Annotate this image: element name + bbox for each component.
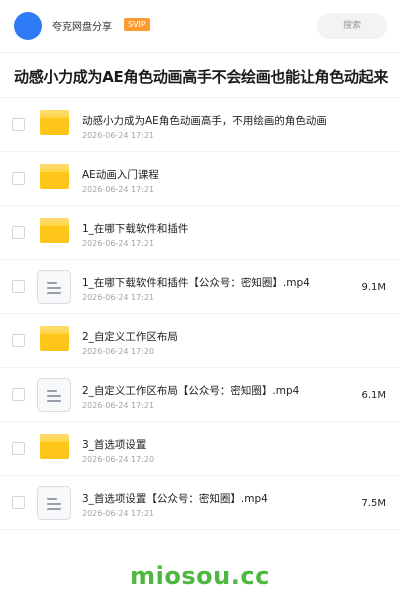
header-bar: 夸克网盘分享 SVIP 搜索 (0, 0, 400, 52)
folder-icon (40, 164, 69, 189)
select-checkbox[interactable] (12, 172, 25, 185)
select-checkbox[interactable] (12, 388, 25, 401)
page-title: 动感小力成为AE角色动画高手不会绘画也能让角色动起来 (14, 68, 389, 86)
file-name[interactable]: 2_自定义工作区布局【公众号：密知圈】.mp4 (82, 383, 299, 398)
avatar[interactable] (14, 12, 42, 40)
file-date: 2026-06-24 17:21 (82, 239, 155, 248)
video-file-icon (37, 270, 71, 304)
file-date: 2026-06-24 17:21 (82, 401, 155, 410)
folder-icon (40, 434, 69, 459)
file-list: 动感小力成为AE角色动画高手，不用绘画的角色动画 2026-06-24 17:21… (0, 98, 400, 530)
svip-badge: SVIP (124, 18, 150, 31)
folder-icon (40, 326, 69, 351)
video-file-icon (37, 486, 71, 520)
search-input[interactable]: 搜索 (317, 13, 387, 39)
list-item[interactable]: 3_首选项设置【公众号：密知圈】.mp4 2026-06-24 17:21 7.5M (0, 476, 400, 530)
list-item[interactable]: 3_首选项设置 2026-06-24 17:20 (0, 422, 400, 476)
file-size: 9.1M (361, 282, 386, 293)
share-label: 夸克网盘分享 (52, 22, 112, 33)
file-date: 2026-06-24 17:21 (82, 131, 155, 140)
select-checkbox[interactable] (12, 442, 25, 455)
list-item[interactable]: AE动画入门课程 2026-06-24 17:21 (0, 152, 400, 206)
file-name[interactable]: 1_在哪下载软件和插件【公众号：密知圈】.mp4 (82, 275, 310, 290)
list-item[interactable]: 1_在哪下载软件和插件【公众号：密知圈】.mp4 2026-06-24 17:21… (0, 260, 400, 314)
select-checkbox[interactable] (12, 334, 25, 347)
select-checkbox[interactable] (12, 226, 25, 239)
folder-icon (40, 110, 69, 135)
file-name[interactable]: 动感小力成为AE角色动画高手，不用绘画的角色动画 (82, 113, 327, 128)
file-size: 7.5M (361, 498, 386, 509)
file-date: 2026-06-24 17:21 (82, 293, 155, 302)
select-checkbox[interactable] (12, 118, 25, 131)
list-item[interactable]: 2_自定义工作区布局 2026-06-24 17:20 (0, 314, 400, 368)
list-item[interactable]: 1_在哪下载软件和插件 2026-06-24 17:21 (0, 206, 400, 260)
file-date: 2026-06-24 17:21 (82, 509, 155, 518)
list-item[interactable]: 动感小力成为AE角色动画高手，不用绘画的角色动画 2026-06-24 17:21 (0, 98, 400, 152)
file-size: 6.1M (361, 390, 386, 401)
file-date: 2026-06-24 17:20 (82, 347, 155, 356)
file-name[interactable]: 3_首选项设置 (82, 437, 146, 452)
file-name[interactable]: 1_在哪下载软件和插件 (82, 221, 188, 236)
folder-icon (40, 218, 69, 243)
select-checkbox[interactable] (12, 496, 25, 509)
video-file-icon (37, 378, 71, 412)
watermark: miosou.cc (130, 562, 270, 590)
file-date: 2026-06-24 17:20 (82, 455, 155, 464)
file-name[interactable]: 3_首选项设置【公众号：密知圈】.mp4 (82, 491, 268, 506)
header-divider (0, 52, 400, 53)
file-name[interactable]: 2_自定义工作区布局 (82, 329, 178, 344)
select-checkbox[interactable] (12, 280, 25, 293)
file-date: 2026-06-24 17:21 (82, 185, 155, 194)
list-item[interactable]: 2_自定义工作区布局【公众号：密知圈】.mp4 2026-06-24 17:21 6… (0, 368, 400, 422)
file-name[interactable]: AE动画入门课程 (82, 167, 159, 182)
